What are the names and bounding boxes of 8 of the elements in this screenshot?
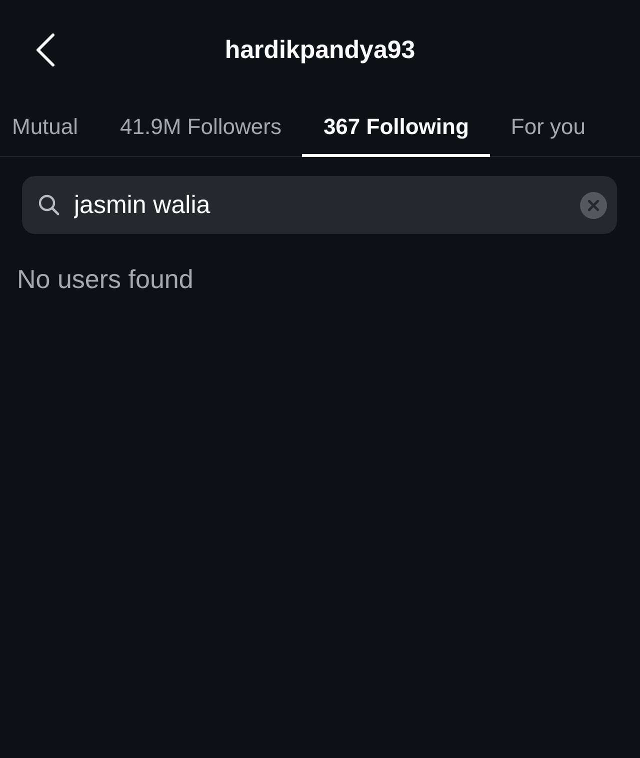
empty-message: No users found xyxy=(17,264,194,295)
back-icon[interactable] xyxy=(34,32,56,68)
tab[interactable]: 41.9M Followers xyxy=(99,100,302,157)
username-title: hardikpandya93 xyxy=(224,36,416,64)
tab[interactable]: 367 Following xyxy=(302,100,490,157)
search-icon xyxy=(38,194,60,216)
tab[interactable]: Mutual xyxy=(0,100,100,157)
tab[interactable]: For you xyxy=(490,100,606,157)
